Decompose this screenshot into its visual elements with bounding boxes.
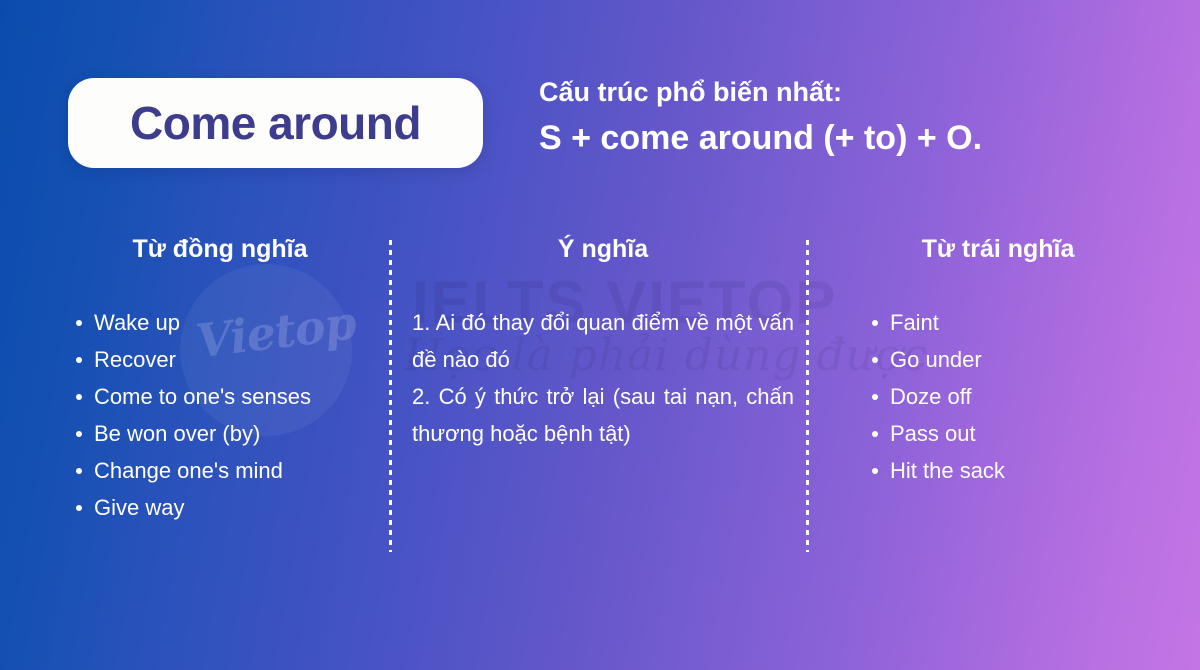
list-item: Give way (62, 489, 378, 526)
structure-formula: S + come around (+ to) + O. (539, 118, 983, 157)
phrasal-verb-pill: Come around (68, 78, 483, 168)
column-heading-meaning: Ý nghĩa (557, 235, 649, 263)
list-item-label: Faint (890, 310, 939, 335)
list-item: Faint (838, 304, 1158, 341)
list-item: Go under (838, 341, 1158, 378)
column-antonyms: Từ trái nghĩa Faint Go under Doze off Pa… (838, 234, 1158, 489)
column-synonyms: Từ đồng nghĩa Wake up Recover Come to on… (62, 234, 378, 526)
antonyms-list: Faint Go under Doze off Pass out Hit the… (838, 304, 1158, 489)
list-item: Pass out (838, 415, 1158, 452)
list-item-label: Give way (94, 495, 185, 520)
structure-label: Cấu trúc phổ biến nhất: (539, 77, 842, 107)
list-item-label: Be won over (by) (94, 421, 261, 446)
column-meaning: Ý nghĩa 1. Ai đó thay đổi quan điểm về m… (412, 234, 794, 452)
column-heading-antonyms: Từ trái nghĩa (921, 235, 1075, 263)
list-item-label: Wake up (94, 310, 181, 335)
synonyms-list: Wake up Recover Come to one's senses Be … (62, 304, 378, 526)
meaning-line: 2. Có ý thức trở lại (sau tai nạn, chấn … (412, 384, 794, 446)
page-title: Come around (130, 97, 421, 149)
list-item: Be won over (by) (62, 415, 378, 452)
meaning-body: 1. Ai đó thay đổi quan điểm về một vấn đ… (412, 304, 794, 452)
list-item: Recover (62, 341, 378, 378)
list-item-label: Come to one's senses (94, 384, 311, 409)
list-item: Come to one's senses (62, 378, 378, 415)
column-heading-synonyms: Từ đồng nghĩa (132, 235, 308, 263)
list-item: Wake up (62, 304, 378, 341)
list-item: Hit the sack (838, 452, 1158, 489)
infographic-canvas: Vietop IELTS VIETOP Học là phải dùng đượ… (0, 0, 1200, 670)
list-item-label: Recover (94, 347, 176, 372)
list-item-label: Doze off (890, 384, 972, 409)
list-item-label: Hit the sack (890, 458, 1005, 483)
list-item: Change one's mind (62, 452, 378, 489)
meaning-line: 1. Ai đó thay đổi quan điểm về một vấn đ… (412, 310, 794, 372)
list-item-label: Go under (890, 347, 982, 372)
list-item-label: Change one's mind (94, 458, 283, 483)
columns-container: Từ đồng nghĩa Wake up Recover Come to on… (0, 234, 1200, 564)
list-item-label: Pass out (890, 421, 976, 446)
structure-block: Cấu trúc phổ biến nhất: S + come around … (539, 76, 1179, 162)
list-item: Doze off (838, 378, 1158, 415)
